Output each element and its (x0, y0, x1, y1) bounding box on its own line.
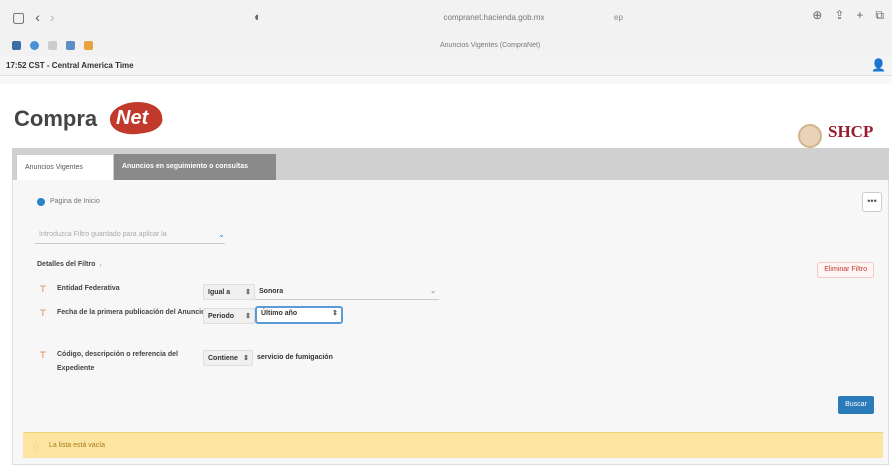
bookmark-icon[interactable] (66, 41, 75, 50)
operator-value: Contiene (208, 355, 238, 362)
criterion-value: Sonora (259, 288, 284, 295)
remove-criterion-icon[interactable]: ⊤ (39, 308, 47, 318)
clear-filter-button[interactable]: Eliminar Filtro (817, 262, 874, 278)
download-icon[interactable]: ⊕ (812, 8, 822, 23)
alert-message: La lista está vacía (49, 442, 106, 449)
sidebar-toggle-icon[interactable]: ▢ (12, 9, 25, 25)
updown-icon: ⇕ (332, 310, 338, 317)
url-suffix: ep (614, 13, 623, 22)
warning-icon: ◌ (33, 441, 39, 451)
home-link-label: Pagina de Inicio (50, 198, 100, 205)
logo-text: Compra (14, 106, 98, 131)
tab-anuncios-seguimiento[interactable]: Anuncios en seguimiento o consultas (114, 154, 276, 180)
filter-details-toggle[interactable]: Detalles del Filtro › (37, 260, 102, 270)
shcp-emblem-icon (798, 124, 822, 148)
session-bar: 17:52 CST - Central America Time 👤 (0, 56, 892, 76)
remove-criterion-icon[interactable]: ⊤ (39, 284, 47, 294)
criterion-label: Fecha de la primera publicación del Anun… (57, 309, 206, 316)
criterion-label: Entidad Federativa (57, 285, 120, 292)
browser-toolbar: ▢ ‹ › ◐ compranet.hacienda.gob.mx ep ⊕ ⇪… (0, 0, 892, 36)
shcp-logo-text: SHCP (828, 122, 874, 141)
logo-accent-text: Net (116, 107, 149, 129)
criterion-label: Código, descripción o referencia del Exp… (57, 351, 178, 372)
tabs-overview-icon[interactable]: ⧉ (875, 8, 884, 23)
filter-details-label: Detalles del Filtro (37, 261, 96, 268)
operator-value: Igual a (208, 289, 231, 296)
remove-criterion-icon[interactable]: ⊤ (39, 350, 47, 360)
operator-select[interactable]: Contiene ⇕ (203, 350, 253, 366)
operator-value: Periodo (208, 313, 235, 320)
bookmark-icon[interactable] (48, 41, 57, 50)
user-icon[interactable]: 👤 (871, 58, 886, 72)
browser-nav: ▢ ‹ › (12, 9, 55, 25)
keyword-input[interactable]: servicio de fumigación (253, 350, 413, 366)
chevron-icon: › (99, 261, 102, 269)
bookmarks-bar: Anuncios Vigentes (CompraNet) (0, 36, 892, 56)
url-text: compranet.hacienda.gob.mx (443, 13, 545, 22)
bookmark-icon[interactable] (12, 41, 21, 50)
divider (0, 76, 892, 84)
empty-list-alert: ◌ La lista está vacía (23, 432, 883, 458)
criterion-value-field[interactable]: Sonora ⌄ (255, 284, 439, 300)
address-bar[interactable]: compranet.hacienda.gob.mx (384, 11, 604, 25)
saved-filter-placeholder: Introduzca Filtro guardado para aplicar … (39, 231, 167, 238)
saved-filter-select[interactable]: Introduzca Filtro guardado para aplicar … (35, 226, 225, 244)
criterion-value: servicio de fumigación (257, 354, 333, 361)
new-tab-icon[interactable]: + (856, 8, 863, 23)
criterion-value: Último año (261, 310, 298, 317)
updown-icon: ⇕ (245, 313, 251, 320)
period-select[interactable]: Último año ⇕ (255, 306, 343, 324)
timezone-text: 17:52 CST - Central America Time (6, 61, 134, 70)
tab-strip: Anuncios Vigentes Anuncios en seguimient… (12, 148, 889, 180)
chevron-down-icon: ⌄ (430, 288, 436, 295)
operator-select[interactable]: Periodo ⇕ (203, 308, 255, 324)
chevron-down-icon: ⌄ (218, 230, 225, 239)
more-options-button[interactable]: ••• (862, 192, 882, 212)
tab-anuncios-vigentes[interactable]: Anuncios Vigentes (16, 154, 114, 180)
clear-filter-label: Eliminar Filtro (824, 266, 867, 273)
bookmark-icon[interactable] (84, 41, 93, 50)
back-icon[interactable]: ‹ (35, 9, 40, 25)
updown-icon: ⇕ (243, 355, 249, 362)
home-link[interactable]: Pagina de Inicio (37, 197, 100, 207)
privacy-shield-icon[interactable]: ◐ (254, 9, 262, 24)
forward-icon[interactable]: › (50, 9, 55, 25)
search-panel: Pagina de Inicio ••• Introduzca Filtro g… (12, 180, 889, 465)
updown-icon: ⇕ (245, 289, 251, 296)
bookmark-icon[interactable] (30, 41, 39, 50)
search-button[interactable]: Buscar (838, 396, 874, 414)
home-icon (37, 198, 45, 206)
browser-actions: ⊕ ⇪ + ⧉ (812, 8, 884, 23)
share-icon[interactable]: ⇪ (834, 8, 844, 23)
page-tab-title[interactable]: Anuncios Vigentes (CompraNet) (440, 40, 540, 52)
operator-select[interactable]: Igual a ⇕ (203, 284, 255, 300)
